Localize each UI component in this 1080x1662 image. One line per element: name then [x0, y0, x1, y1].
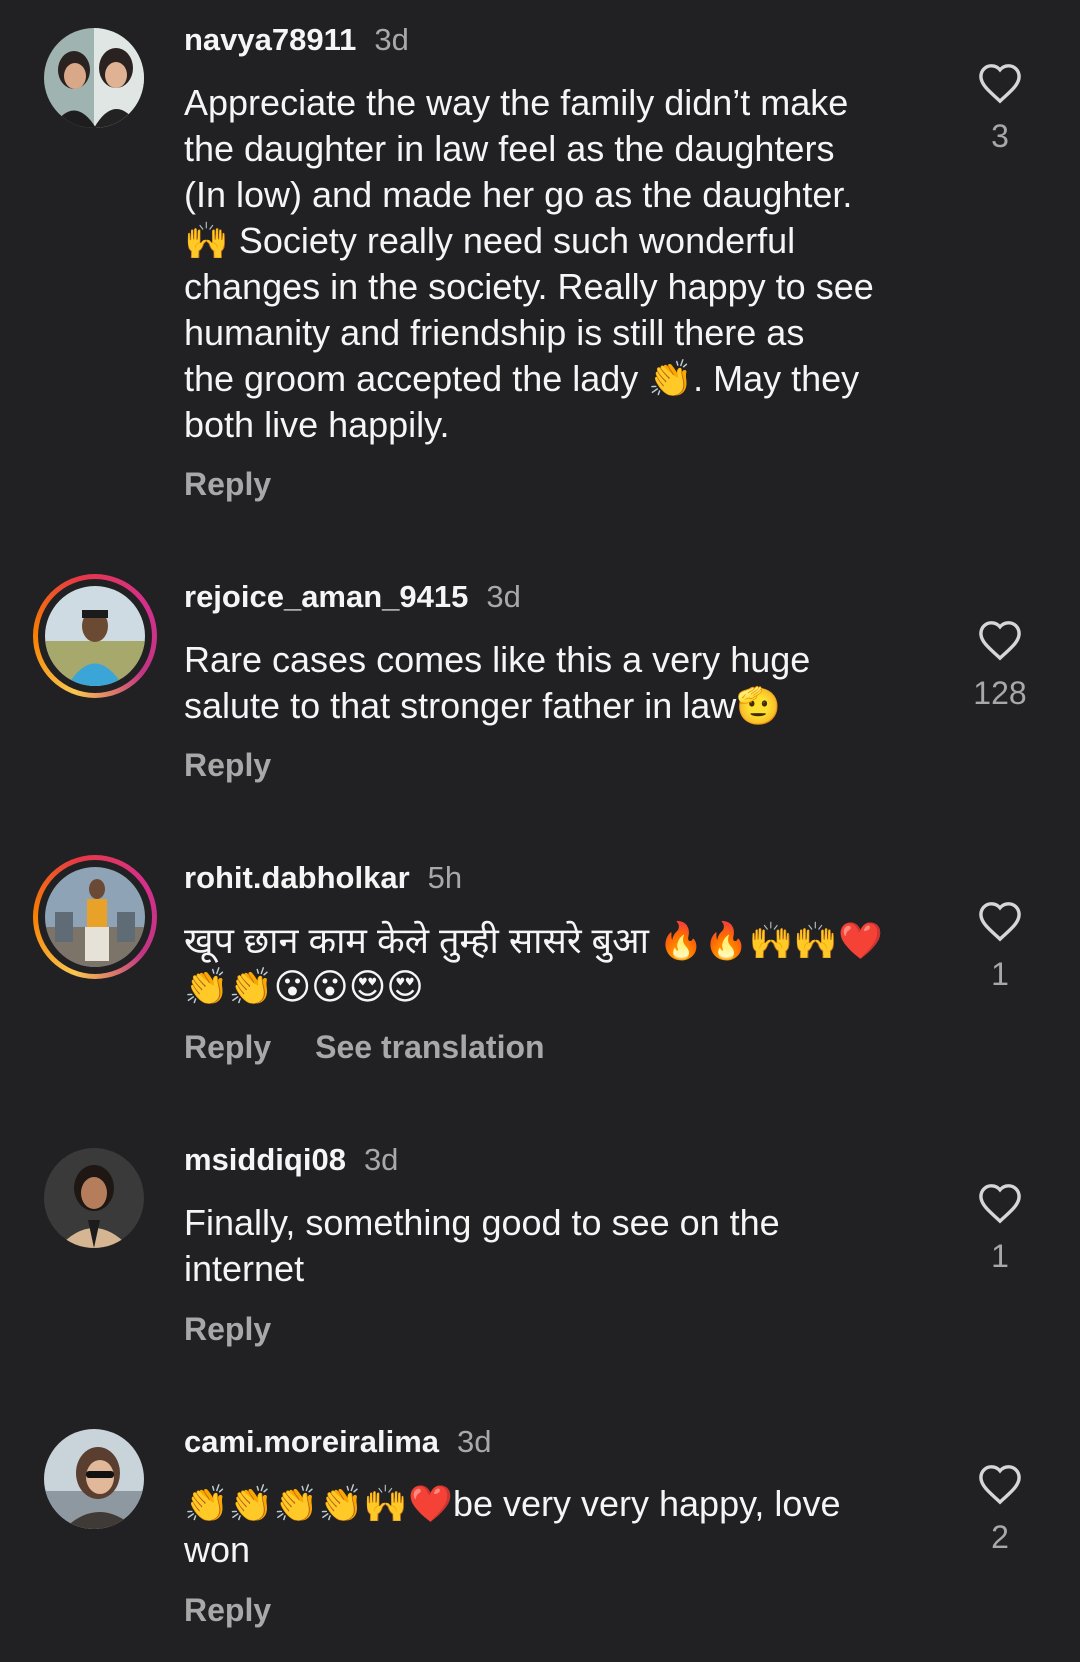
like-count: 128: [973, 675, 1027, 711]
like-control: 3: [950, 62, 1050, 156]
username[interactable]: cami.moreiralima: [184, 1424, 439, 1459]
heart-icon[interactable]: [977, 1463, 1023, 1505]
timestamp: 3d: [374, 22, 409, 57]
comment-text: Finally, something good to see on the in…: [184, 1202, 780, 1289]
see-translation-button[interactable]: See translation: [315, 1029, 544, 1065]
timestamp: 3d: [486, 579, 521, 614]
username[interactable]: rohit.dabholkar: [184, 860, 410, 895]
comment-text: 👏👏👏👏🙌❤️be very very happy, love won: [184, 1483, 841, 1570]
avatar-woman-sunglasses-icon: [44, 1429, 144, 1529]
username[interactable]: navya78911: [184, 22, 356, 57]
avatar-man-yellow-shirt-icon: [45, 867, 145, 967]
reply-button[interactable]: Reply: [184, 747, 271, 783]
comment-header: rejoice_aman_9415 3d: [184, 577, 521, 617]
avatar-two-women-icon: [44, 28, 144, 128]
reply-button[interactable]: Reply: [184, 1592, 271, 1628]
comment-actions: Reply: [184, 464, 271, 504]
comment-text: Appreciate the way the family didn’t mak…: [184, 82, 874, 445]
like-control: 1: [950, 900, 1050, 994]
reply-button[interactable]: Reply: [184, 1029, 271, 1065]
avatar-story-ring[interactable]: [33, 855, 157, 979]
heart-icon[interactable]: [977, 62, 1023, 104]
comment-text: खूप छान काम केले तुम्ही सासरे बुआ 🔥🔥🙌🙌❤️…: [184, 920, 884, 1007]
username[interactable]: msiddiqi08: [184, 1142, 346, 1177]
heart-icon[interactable]: [977, 900, 1023, 942]
avatar[interactable]: [44, 28, 144, 128]
like-count: 2: [991, 1519, 1009, 1555]
comment-text: Rare cases comes like this a very huge s…: [184, 639, 811, 726]
comment-actions: Reply: [184, 1590, 271, 1630]
reply-button[interactable]: Reply: [184, 466, 271, 502]
like-count: 1: [991, 1238, 1009, 1274]
like-control: 128: [950, 619, 1050, 713]
avatar[interactable]: [44, 1148, 144, 1248]
comment-actions: Reply See translation: [184, 1027, 545, 1067]
comment-header: navya78911 3d: [184, 20, 409, 60]
reply-button[interactable]: Reply: [184, 1311, 271, 1347]
like-count: 3: [991, 118, 1009, 154]
timestamp: 3d: [363, 1142, 399, 1177]
comment-actions: Reply: [184, 1309, 271, 1349]
heart-icon[interactable]: [977, 619, 1023, 661]
timestamp: 3d: [457, 1424, 492, 1459]
avatar[interactable]: [44, 1429, 144, 1529]
like-control: 2: [950, 1463, 1050, 1557]
avatar-man-blue-shirt-icon: [45, 586, 145, 686]
like-count: 1: [991, 956, 1009, 992]
comment-header: cami.moreiralima 3d: [184, 1422, 492, 1462]
comment-actions: Reply: [184, 745, 271, 785]
avatar-story-ring[interactable]: [33, 574, 157, 698]
timestamp: 5h: [427, 860, 463, 895]
heart-icon[interactable]: [977, 1182, 1023, 1224]
username[interactable]: rejoice_aman_9415: [184, 579, 468, 614]
like-control: 1: [950, 1182, 1050, 1276]
avatar-woman-coat-icon: [44, 1148, 144, 1248]
comment-header: msiddiqi08 3d: [184, 1140, 398, 1180]
comment-header: rohit.dabholkar 5h: [184, 858, 462, 898]
